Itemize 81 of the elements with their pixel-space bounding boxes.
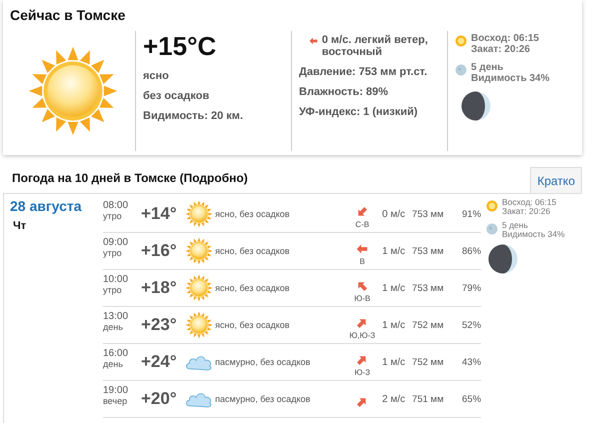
forecast-pressure: 753 мм bbox=[411, 208, 445, 220]
forecast-temperature: +20° bbox=[140, 389, 178, 409]
wind-speed: 1 м/с bbox=[381, 320, 406, 330]
forecast-humidity: 91% bbox=[461, 208, 482, 220]
moon-icon bbox=[486, 223, 498, 235]
forecast-condition: пасмурно, без осадков bbox=[214, 394, 312, 404]
sunrise-time: Восход: 06:15 bbox=[502, 198, 556, 207]
wind-direction: С-В bbox=[355, 220, 370, 228]
condition: ясно bbox=[143, 70, 169, 82]
forecast-temperature: +18° bbox=[140, 278, 178, 298]
humidity: Влажность: 89% bbox=[299, 86, 388, 98]
forecast-humidity: 52% bbox=[461, 320, 482, 330]
forecast-pressure: 752 мм bbox=[411, 320, 445, 330]
day-part: вечер bbox=[103, 396, 128, 407]
forecast-condition: пасмурно, без осадков bbox=[214, 357, 312, 367]
sun-icon bbox=[184, 274, 213, 302]
forecast-pressure: 753 мм bbox=[411, 282, 445, 294]
forecast-time: 08:00 bbox=[103, 200, 130, 211]
day-part: день bbox=[103, 322, 124, 333]
sunset-time: Закат: 20:26 bbox=[502, 207, 552, 216]
forecast-time: 16:00 bbox=[103, 348, 130, 359]
moon-day: 5 день bbox=[471, 62, 550, 73]
sun-icon bbox=[486, 200, 498, 212]
sun-icon bbox=[455, 35, 467, 47]
forecast-condition: ясно, без осадков bbox=[214, 209, 291, 219]
moon-phase-icon bbox=[488, 244, 518, 274]
wind-direction: В bbox=[360, 256, 365, 266]
forecast-humidity: 43% bbox=[461, 356, 482, 368]
moon-icon bbox=[455, 64, 467, 76]
weekday: Чт bbox=[13, 220, 26, 232]
moon-visibility: Видимость 34% bbox=[471, 73, 550, 84]
forecast-time: 13:00 bbox=[103, 311, 130, 322]
sun-icon bbox=[184, 200, 213, 228]
day-part: утро bbox=[103, 285, 123, 296]
wind-direction: Ю-З bbox=[354, 368, 370, 376]
forecast-temperature: +16° bbox=[140, 241, 178, 261]
sun-icon bbox=[184, 237, 213, 265]
moon-phase-icon bbox=[461, 91, 491, 121]
wind-direction: Ю-В bbox=[354, 294, 370, 302]
view-tab[interactable]: Кратко bbox=[530, 167, 582, 193]
forecast-condition: ясно, без осадков bbox=[214, 246, 291, 256]
forecast-humidity: 79% bbox=[461, 282, 482, 294]
sun-icon bbox=[184, 311, 213, 339]
forecast-pressure: 753 мм bbox=[411, 246, 445, 256]
section-title: Погода на 10 дней в Томске (Подробно) bbox=[12, 171, 248, 185]
wind-speed: 2 м/с bbox=[381, 394, 406, 404]
wind-arrow-icon bbox=[356, 242, 368, 254]
forecast-time: 09:00 bbox=[103, 237, 130, 248]
forecast-temperature: +23° bbox=[140, 315, 178, 335]
pressure: Давление: 753 мм рт.ст. bbox=[299, 66, 428, 78]
day-part: утро bbox=[103, 248, 123, 259]
wind-speed: 1 м/с bbox=[381, 356, 406, 368]
precipitation: без осадков bbox=[143, 90, 210, 102]
wind-info: 0 м/с. легкий ветер, восточный bbox=[322, 34, 429, 58]
forecast-condition: ясно, без осадков bbox=[214, 320, 291, 330]
forecast-pressure: 751 мм bbox=[411, 394, 445, 404]
sun-icon bbox=[26, 45, 118, 137]
forecast-pressure: 752 мм bbox=[411, 356, 445, 368]
forecast-time: 10:00 bbox=[103, 274, 130, 285]
moon-day: 5 день bbox=[502, 221, 565, 230]
sunset-time: Закат: 20:26 bbox=[471, 44, 531, 55]
wind-direction: Ю,Ю-З bbox=[349, 330, 376, 340]
wind-arrow-icon bbox=[309, 35, 318, 47]
wind-speed: 1 м/с bbox=[381, 246, 406, 256]
forecast-temperature: +14° bbox=[140, 204, 178, 224]
forecast-humidity: 65% bbox=[461, 394, 482, 404]
forecast-temperature: +24° bbox=[140, 352, 178, 372]
day-part: день bbox=[103, 359, 124, 370]
sunrise-time: Восход: 06:15 bbox=[471, 33, 539, 44]
visibility: Видимость: 20 км. bbox=[143, 110, 243, 122]
day-part: утро bbox=[103, 211, 123, 222]
forecast-time: 19:00 bbox=[103, 385, 130, 396]
wind-speed: 1 м/с bbox=[381, 282, 406, 294]
forecast-date: 28 августа bbox=[10, 198, 82, 214]
section-title: Сейчас в Томске bbox=[10, 7, 126, 23]
forecast-condition: ясно, без осадков bbox=[214, 283, 291, 293]
wind-speed: 0 м/с bbox=[381, 208, 406, 220]
current-temperature: +15°C bbox=[143, 31, 216, 62]
uv-index: УФ-индекс: 1 (низкий) bbox=[299, 106, 418, 118]
moon-visibility: Видимость 34% bbox=[502, 230, 565, 239]
forecast-humidity: 86% bbox=[461, 246, 482, 256]
